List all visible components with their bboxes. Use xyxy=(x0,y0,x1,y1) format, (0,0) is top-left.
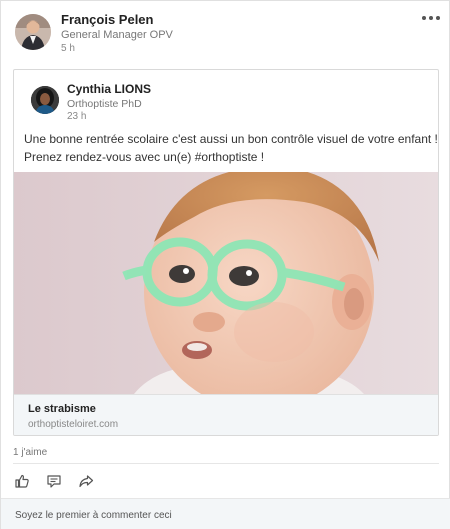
comment-bar[interactable]: Soyez le premier à commenter ceci xyxy=(1,498,450,529)
divider xyxy=(13,463,439,464)
share-icon[interactable] xyxy=(77,472,95,490)
author-name[interactable]: François Pelen xyxy=(61,12,153,27)
article-link[interactable]: Le strabisme orthoptisteloiret.com xyxy=(14,394,438,435)
author-title: General Manager OPV xyxy=(61,29,173,41)
shared-post-text-line2: Prenez rendez-vous avec un(e) #orthoptis… xyxy=(24,150,265,164)
dot xyxy=(429,16,433,20)
shared-author-title: Orthoptiste PhD xyxy=(67,98,142,110)
shared-post-text-line1: Une bonne rentrée scolaire c'est aussi u… xyxy=(24,132,438,146)
shared-post-timestamp: 23 h xyxy=(67,111,87,122)
feed-post-card: François Pelen General Manager OPV 5 h C… xyxy=(0,0,450,529)
shared-post[interactable]: Cynthia LIONS Orthoptiste PhD 23 h Une b… xyxy=(13,69,439,436)
shared-post-text: Une bonne rentrée scolaire c'est aussi u… xyxy=(24,130,438,166)
shared-author-name[interactable]: Cynthia LIONS xyxy=(67,82,151,96)
article-image[interactable] xyxy=(14,172,438,394)
comment-icon[interactable] xyxy=(45,472,63,490)
like-icon[interactable] xyxy=(13,472,31,490)
dot xyxy=(436,16,440,20)
post-timestamp: 5 h xyxy=(61,43,75,54)
shared-author-avatar[interactable] xyxy=(31,86,59,114)
article-title[interactable]: Le strabisme xyxy=(28,403,96,415)
post-actions xyxy=(13,471,95,491)
post-header: François Pelen General Manager OPV 5 h xyxy=(1,1,450,61)
comment-prompt[interactable]: Soyez le premier à commenter ceci xyxy=(15,510,172,521)
likes-count[interactable]: 1 j'aime xyxy=(13,447,47,458)
dot xyxy=(422,16,426,20)
more-options-icon[interactable] xyxy=(419,9,443,27)
author-avatar[interactable] xyxy=(15,14,51,50)
article-domain: orthoptisteloiret.com xyxy=(28,419,119,430)
